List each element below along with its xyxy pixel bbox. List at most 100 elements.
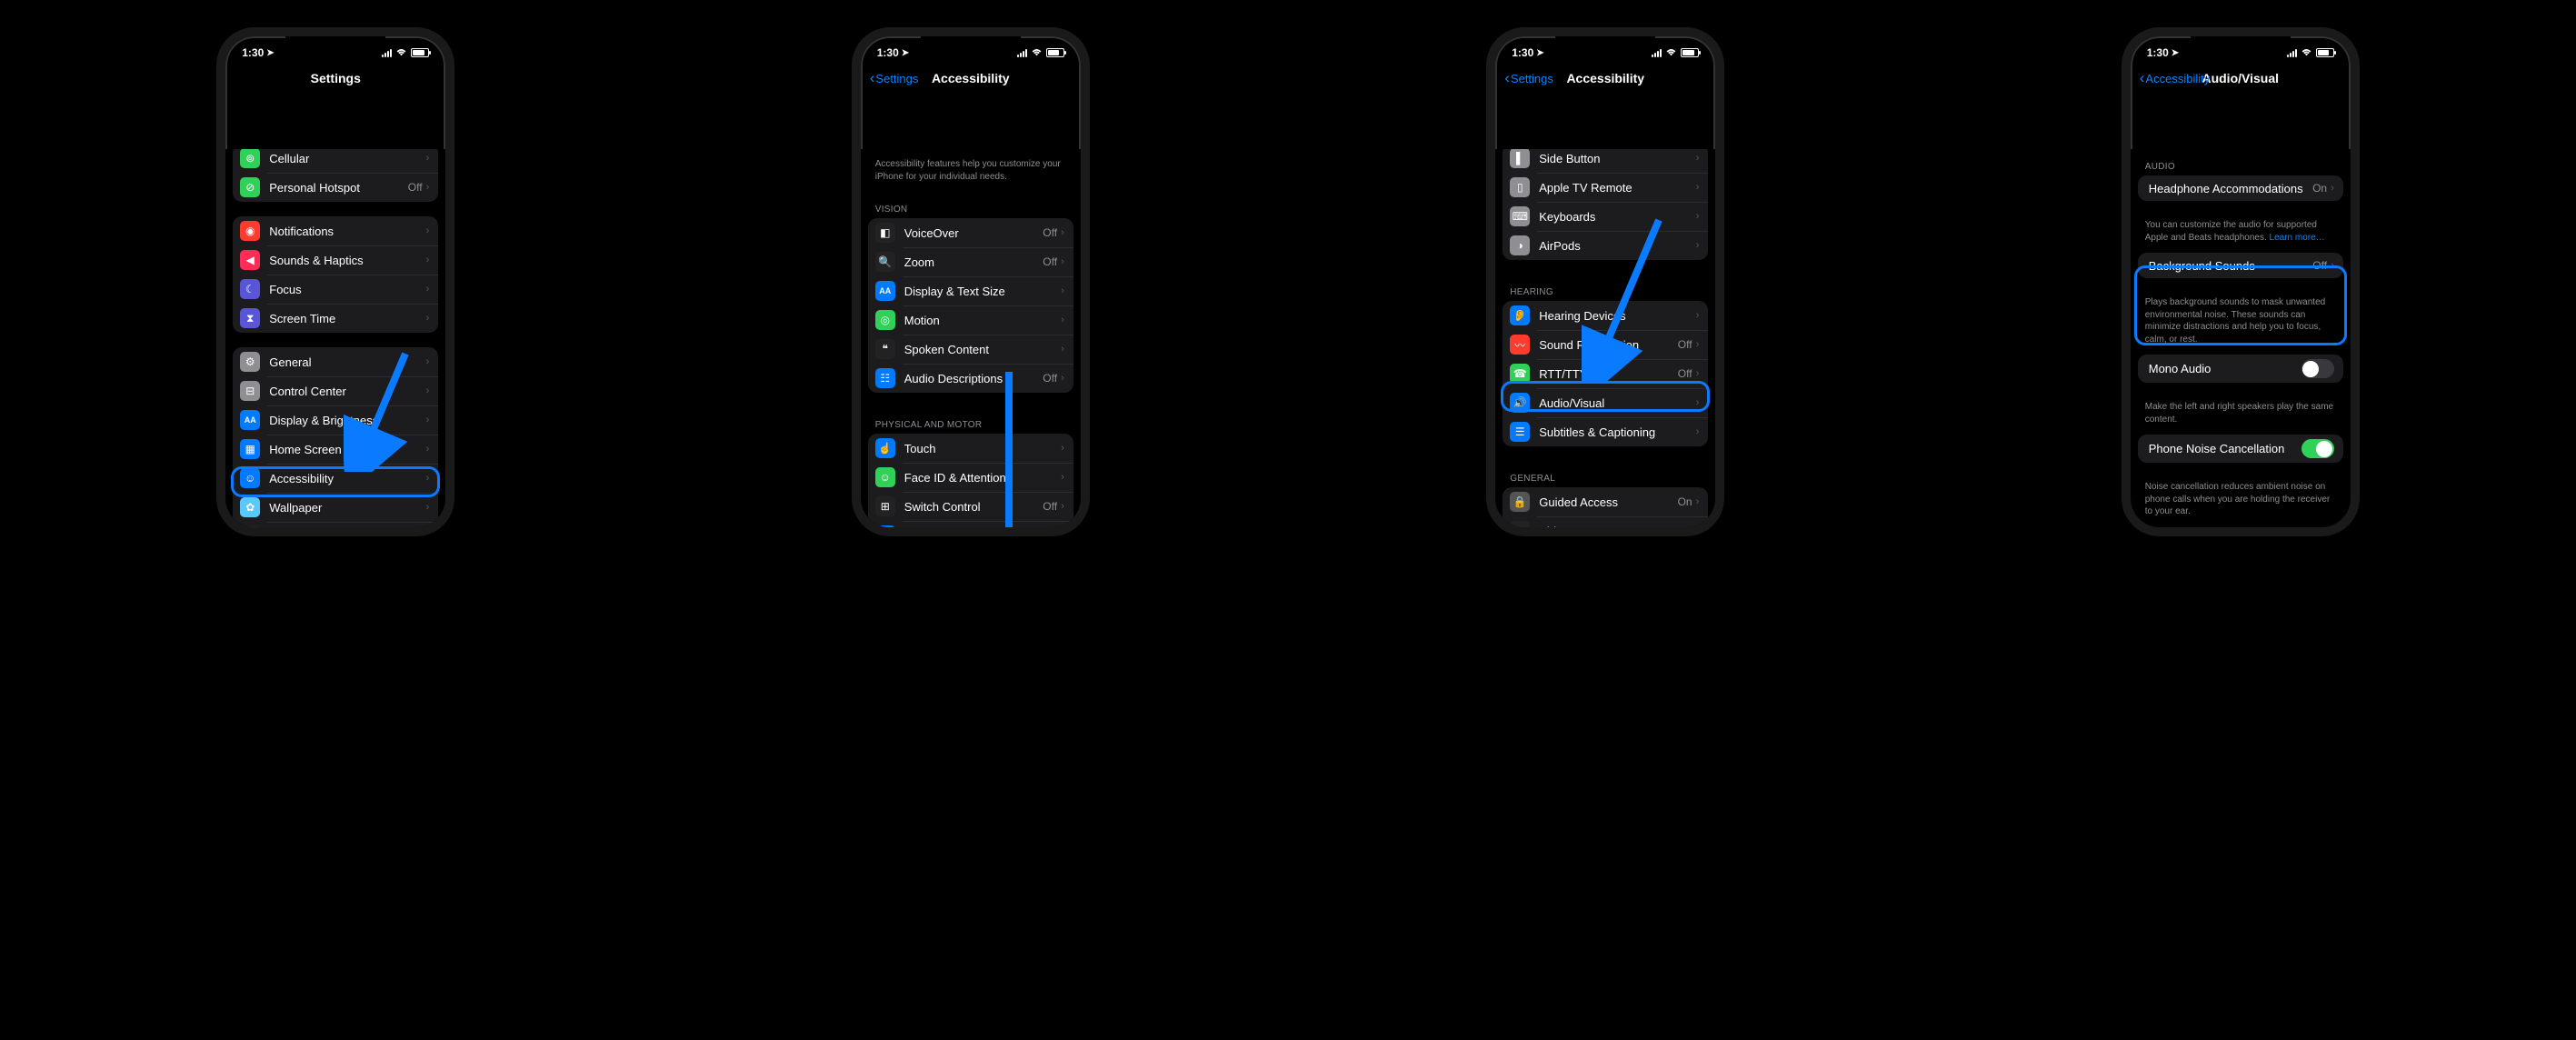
learn-more-link[interactable]: Learn more…	[2270, 233, 2325, 243]
noise-cancellation-toggle[interactable]	[2301, 439, 2334, 458]
row-homescreen[interactable]: ▦Home Screen›	[233, 435, 438, 464]
row-accessibility[interactable]: ☺Accessibility›	[233, 464, 438, 493]
row-switchcontrol[interactable]: ⊞Switch ControlOff›	[868, 492, 1073, 521]
row-headphone-notifications[interactable]: Headphone Notifications	[2138, 527, 2343, 537]
chevron-right-icon: ›	[1061, 315, 1064, 325]
location-icon: ➤	[266, 48, 274, 58]
section-vision: VISION	[861, 192, 1081, 218]
row-voiceover[interactable]: ◧VoiceOverOff›	[868, 218, 1073, 247]
clock: 1:30	[877, 46, 899, 59]
row-sounds[interactable]: ◀Sounds & Haptics›	[233, 245, 438, 275]
hourglass-icon: ⧗	[240, 308, 260, 328]
chevron-right-icon: ›	[2331, 183, 2334, 194]
clock: 1:30	[2147, 46, 2169, 59]
row-headphone-accommodations[interactable]: Headphone AccommodationsOn›	[2138, 175, 2343, 201]
chevron-right-icon: ›	[426, 284, 430, 295]
chevron-right-icon: ›	[426, 153, 430, 164]
audiodesc-icon: ☷	[875, 368, 895, 388]
chevron-right-icon: ›	[1696, 496, 1700, 507]
battery-icon	[411, 48, 429, 57]
mono-footer: Make the left and right speakers play th…	[2131, 397, 2351, 435]
wifi-icon	[395, 48, 407, 57]
row-spoken[interactable]: ❝Spoken Content›	[868, 335, 1073, 364]
row-noise-cancellation[interactable]: Phone Noise Cancellation	[2138, 435, 2343, 463]
grid-icon: ▦	[240, 439, 260, 459]
row-voicecontrol[interactable]: 🎤Voice ControlOff›	[868, 521, 1073, 536]
notch	[921, 36, 1021, 56]
row-hearingdevices[interactable]: 👂Hearing Devices›	[1503, 301, 1708, 330]
row-guidedaccess[interactable]: 🔒Guided AccessOn›	[1503, 487, 1708, 516]
row-hotspot[interactable]: ⊘Personal HotspotOff›	[233, 173, 438, 202]
chevron-right-icon: ›	[1061, 472, 1064, 483]
row-cellular[interactable]: ⊚Cellular›	[233, 149, 438, 173]
chevron-right-icon: ›	[426, 182, 430, 193]
chevron-right-icon: ›	[1061, 530, 1064, 536]
row-touch[interactable]: ☝Touch›	[868, 434, 1073, 463]
row-appletv[interactable]: ▯Apple TV Remote›	[1503, 173, 1708, 202]
location-icon: ➤	[2172, 48, 2179, 58]
chevron-left-icon: ‹	[870, 69, 875, 87]
bell-icon: ◉	[240, 221, 260, 241]
intro-text: Accessibility features help you customiz…	[861, 149, 1081, 192]
aa-icon: AA	[875, 281, 895, 301]
hotspot-icon: ⊘	[240, 177, 260, 197]
voice-icon: 🎤	[875, 525, 895, 536]
navbar: Settings	[225, 64, 445, 93]
chevron-right-icon: ›	[426, 444, 430, 455]
subtitles-icon: ☰	[1510, 422, 1530, 442]
chevron-right-icon: ›	[426, 356, 430, 367]
bg-sounds-footer: Plays background sounds to mask unwanted…	[2131, 293, 2351, 355]
page-title: Audio/Visual	[2202, 71, 2279, 85]
row-background-sounds[interactable]: Background SoundsOff›	[2138, 253, 2343, 278]
back-button[interactable]: ‹Accessibility	[2140, 69, 2210, 87]
chevron-left-icon: ‹	[2140, 69, 2145, 87]
chevron-right-icon: ›	[426, 313, 430, 324]
row-controlcenter[interactable]: ⊟Control Center›	[233, 376, 438, 405]
row-general[interactable]: ⚙General›	[233, 347, 438, 376]
row-mono-audio[interactable]: Mono Audio	[2138, 355, 2343, 383]
speaker-icon: ◀	[240, 250, 260, 270]
back-button[interactable]: ‹Settings	[870, 69, 919, 87]
row-zoom[interactable]: 🔍ZoomOff›	[868, 247, 1073, 276]
section-general: GENERAL	[1495, 461, 1715, 487]
chevron-right-icon: ›	[426, 385, 430, 396]
location-icon: ➤	[1536, 48, 1543, 58]
waveform-icon: 〰	[1510, 335, 1530, 355]
row-soundrecognition[interactable]: 〰Sound RecognitionOff›	[1503, 330, 1708, 359]
mono-audio-toggle[interactable]	[2301, 359, 2334, 378]
chevron-right-icon: ›	[1061, 373, 1064, 384]
chevron-right-icon: ›	[426, 415, 430, 425]
touch-icon: ☝	[875, 438, 895, 458]
row-audiodesc[interactable]: ☷Audio DescriptionsOff›	[868, 364, 1073, 393]
back-button[interactable]: ‹Settings	[1504, 69, 1553, 87]
chevron-right-icon: ›	[1061, 501, 1064, 512]
row-audiovisual[interactable]: 🔊Audio/Visual›	[1503, 388, 1708, 417]
row-subtitles[interactable]: ☰Subtitles & Captioning›	[1503, 417, 1708, 446]
chevron-right-icon: ›	[1696, 339, 1700, 350]
row-display[interactable]: AADisplay & Brightness›	[233, 405, 438, 435]
chevron-right-icon: ›	[1061, 227, 1064, 238]
faceid-icon: ☺	[875, 467, 895, 487]
row-motion[interactable]: ◎Motion›	[868, 305, 1073, 335]
chevron-right-icon: ›	[1696, 240, 1700, 251]
aa-icon: AA	[240, 410, 260, 430]
page-title: Settings	[311, 71, 361, 85]
siri-icon: ◉	[240, 526, 260, 536]
row-screentime[interactable]: ⧗Screen Time›	[233, 304, 438, 333]
row-displaytext[interactable]: AADisplay & Text Size›	[868, 276, 1073, 305]
row-siri[interactable]: ◉Siri›	[1503, 516, 1708, 536]
row-rtt[interactable]: ☎RTT/TTYOff›	[1503, 359, 1708, 388]
row-airpods[interactable]: ◑AirPods›	[1503, 231, 1708, 260]
row-siri[interactable]: ◉Siri & Search›	[233, 522, 438, 536]
row-keyboards[interactable]: ⌨Keyboards›	[1503, 202, 1708, 231]
row-wallpaper[interactable]: ✿Wallpaper›	[233, 493, 438, 522]
chevron-right-icon: ›	[1696, 182, 1700, 193]
row-notifications[interactable]: ◉Notifications›	[233, 216, 438, 245]
headphone-notif-toggle[interactable]	[2301, 532, 2334, 537]
row-faceid-attn[interactable]: ☺Face ID & Attention›	[868, 463, 1073, 492]
flower-icon: ✿	[240, 497, 260, 517]
battery-icon	[1681, 48, 1699, 57]
row-focus[interactable]: ☾Focus›	[233, 275, 438, 304]
notch	[285, 36, 385, 56]
row-sidebutton[interactable]: ▌Side Button›	[1503, 149, 1708, 173]
